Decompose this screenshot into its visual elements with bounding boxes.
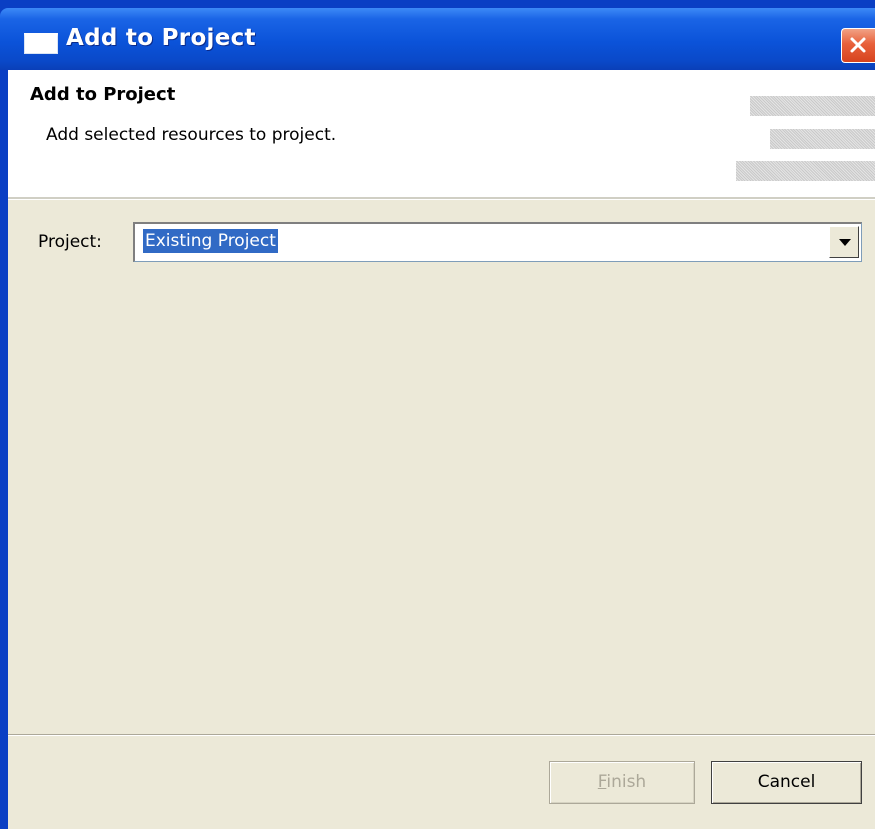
wizard-page-description: Add selected resources to project. xyxy=(46,125,337,145)
cancel-button-label: Cancel xyxy=(757,772,816,792)
finish-button[interactable]: Finish xyxy=(549,761,695,804)
close-button[interactable] xyxy=(841,28,875,63)
project-label: Project: xyxy=(38,232,102,252)
cancel-button[interactable]: Cancel xyxy=(711,761,862,804)
wizard-banner-graphic xyxy=(728,96,875,184)
window-title: Add to Project xyxy=(66,25,256,51)
finish-button-label: Finish xyxy=(597,772,647,792)
dialog-window: Add to Project Add to Project Add select… xyxy=(0,0,875,829)
banner-separator xyxy=(8,197,875,200)
wizard-page-title: Add to Project xyxy=(30,84,176,105)
project-dropdown-button[interactable] xyxy=(829,226,859,258)
dialog-client-area: Add to Project Add selected resources to… xyxy=(8,70,875,829)
chevron-down-icon xyxy=(839,239,851,246)
title-bar[interactable]: Add to Project xyxy=(0,8,875,70)
project-combobox-value[interactable]: Existing Project xyxy=(143,229,278,253)
window-icon xyxy=(24,33,58,54)
wizard-banner: Add to Project Add selected resources to… xyxy=(8,70,875,198)
footer-separator xyxy=(8,734,875,736)
project-combobox[interactable]: Existing Project xyxy=(133,222,862,262)
close-icon xyxy=(850,37,866,53)
